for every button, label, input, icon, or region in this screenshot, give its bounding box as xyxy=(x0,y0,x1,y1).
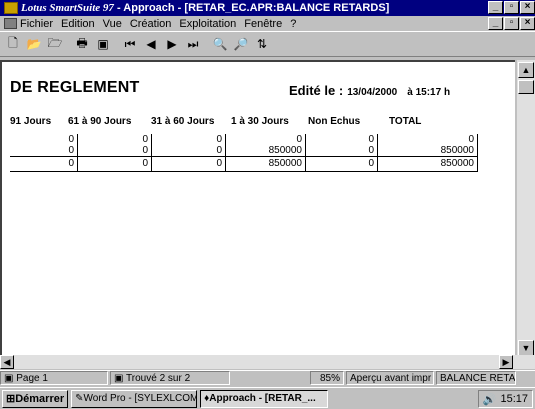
windows-logo-icon: ⊞ xyxy=(6,393,16,405)
doc-close-button[interactable]: × xyxy=(520,17,535,30)
col-header-1-30: 1 à 30 Jours xyxy=(231,116,289,127)
task-approach[interactable]: ♦ Approach - [RETAR_... xyxy=(200,389,329,408)
detail-col-91: 00 xyxy=(10,134,78,156)
col-header-31-60: 31 à 60 Jours xyxy=(151,116,215,127)
clock[interactable]: 15:17 xyxy=(500,393,528,405)
next-record-icon[interactable]: ▶ xyxy=(162,34,182,54)
word-pro-icon: ✎ xyxy=(75,393,84,404)
detail-col-1-30: 0 850000 xyxy=(226,134,306,156)
status-found[interactable]: ▣ Trouvé 2 sur 2 xyxy=(110,371,230,385)
previous-record-icon[interactable]: ◀ xyxy=(141,34,161,54)
title-bar: Lotus SmartSuite 97 - Approach - [RETAR_… xyxy=(0,0,535,16)
scroll-right-icon[interactable]: ▶ xyxy=(499,355,513,369)
page-icon: ▣ xyxy=(4,373,17,384)
taskbar: ⊞ Démarrer ✎ Word Pro - [SYLEXLCOM... ♦ … xyxy=(0,387,535,409)
new-file-icon[interactable]: 🗋 xyxy=(3,34,23,54)
horizontal-scrollbar[interactable]: ◀ ▶ xyxy=(0,355,535,369)
system-tray: 🔊 15:17 xyxy=(477,390,533,408)
preview-icon[interactable]: ▣ xyxy=(93,34,113,54)
tray-speaker-icon[interactable]: 🔊 xyxy=(483,393,497,406)
total-row: 0 0 0 850000 0 850000 xyxy=(10,157,478,171)
detail-block: 00 00 00 0 850000 00 0 850000 xyxy=(10,134,478,156)
last-record-icon[interactable]: ⏭ xyxy=(183,34,203,54)
doc-minimize-button[interactable]: _ xyxy=(488,17,503,30)
menu-bar: Fichier Edition Vue Création Exploitatio… xyxy=(0,16,535,31)
scroll-down-icon[interactable]: ▼ xyxy=(518,340,534,356)
menu-vue[interactable]: Vue xyxy=(103,18,122,30)
menu-edition[interactable]: Edition xyxy=(61,18,95,30)
find-all-icon[interactable]: 🔎 xyxy=(231,34,251,54)
report-preview: DE REGLEMENT Edité le :13/04/2000 à 15:17… xyxy=(0,60,515,358)
close-button[interactable]: × xyxy=(520,1,535,14)
col-header-61-90: 61 à 90 Jours xyxy=(68,116,132,127)
minimize-button[interactable]: _ xyxy=(488,1,503,14)
report-title: DE REGLEMENT xyxy=(10,79,140,96)
scroll-thumb[interactable] xyxy=(518,80,534,94)
bottom-rule xyxy=(10,171,478,172)
sort-icon[interactable]: ⇅ xyxy=(252,34,272,54)
col-header-non-echus: Non Echus xyxy=(308,116,361,127)
report-grid: 00 00 00 0 850000 00 0 850000 0 0 0 850000 xyxy=(10,134,478,172)
detail-col-non-echus: 00 xyxy=(306,134,378,156)
document-menu-icon[interactable] xyxy=(4,18,17,29)
menu-fenetre[interactable]: Fenêtre xyxy=(244,18,282,30)
start-button[interactable]: ⊞ Démarrer xyxy=(2,389,69,408)
toolbar: 🗋 📂 🗁 🖶 ▣ ⏮ ◀ ▶ ⏭ 🔍 🔎 ⇅ xyxy=(0,31,535,57)
scroll-up-icon[interactable]: ▲ xyxy=(518,62,534,78)
edited-on: Edité le :13/04/2000 à 15:17 h xyxy=(289,83,451,98)
status-view[interactable]: BALANCE RETARDS xyxy=(436,371,516,385)
col-header-91-jours: 91 Jours xyxy=(10,116,52,127)
detail-col-61-90: 00 xyxy=(78,134,152,156)
approach-app-icon[interactable] xyxy=(4,2,18,14)
find-icon[interactable]: 🔍 xyxy=(210,34,230,54)
maximize-button[interactable]: ▫ xyxy=(504,1,519,14)
status-spacer xyxy=(232,371,308,385)
smartmaster-icon[interactable]: 🗁 xyxy=(45,34,65,54)
status-page[interactable]: ▣ Page 1 xyxy=(0,371,108,385)
col-header-total: TOTAL xyxy=(389,116,422,127)
found-icon: ▣ xyxy=(114,373,127,384)
window-title: Lotus SmartSuite 97 - Approach - [RETAR_… xyxy=(21,2,390,14)
menu-exploitation[interactable]: Exploitation xyxy=(179,18,236,30)
scroll-left-icon[interactable]: ◀ xyxy=(0,355,14,369)
menu-creation[interactable]: Création xyxy=(130,18,172,30)
detail-col-31-60: 00 xyxy=(152,134,226,156)
open-folder-icon[interactable]: 📂 xyxy=(24,34,44,54)
doc-restore-button[interactable]: ▫ xyxy=(504,17,519,30)
detail-col-total: 0 850000 xyxy=(378,134,478,156)
print-icon[interactable]: 🖶 xyxy=(72,34,92,54)
status-mode[interactable]: Aperçu avant impr xyxy=(346,371,434,385)
task-word-pro[interactable]: ✎ Word Pro - [SYLEXLCOM... xyxy=(71,389,198,408)
status-zoom[interactable]: 85% xyxy=(310,371,344,385)
status-bar: ▣ Page 1 ▣ Trouvé 2 sur 2 85% Aperçu ava… xyxy=(0,370,535,385)
menu-help[interactable]: ? xyxy=(290,18,296,30)
vertical-scrollbar[interactable]: ▲ ▼ xyxy=(517,60,535,358)
first-record-icon[interactable]: ⏮ xyxy=(120,34,140,54)
menu-fichier[interactable]: Fichier xyxy=(20,18,53,30)
